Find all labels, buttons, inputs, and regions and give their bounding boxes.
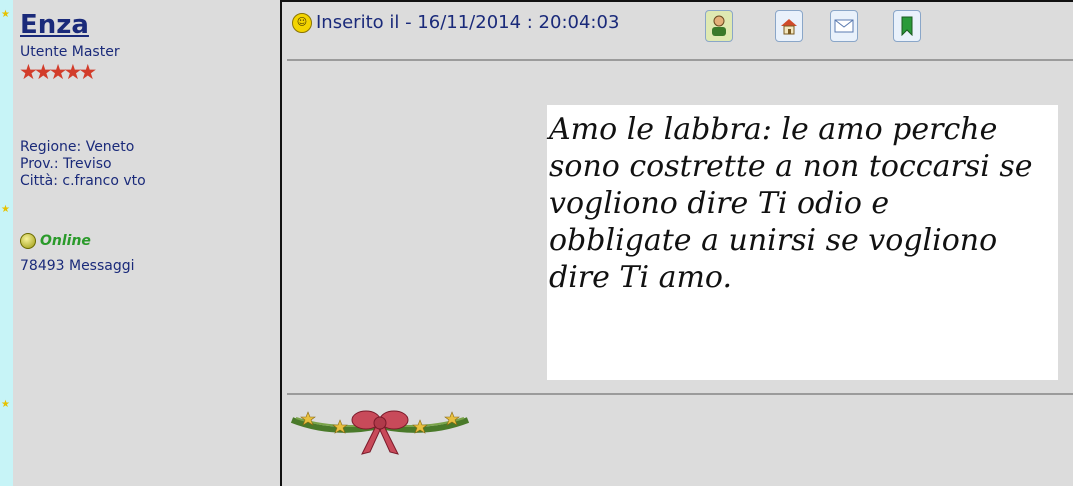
online-label: Online: [40, 233, 91, 249]
bookmark-icon[interactable]: [893, 10, 921, 42]
signature-divider: [287, 393, 1073, 395]
rating-star-icon: ★: [78, 60, 97, 84]
star-icon: ★: [1, 9, 10, 20]
column-divider: [280, 0, 282, 486]
author-province: Prov.: Treviso: [20, 156, 112, 172]
online-status: Online: [20, 233, 91, 249]
decorative-side-strip: ★ ★ ★: [0, 0, 13, 486]
quote-text: Amo le labbra: le amo perche sono costre…: [549, 111, 1054, 296]
author-name-link[interactable]: Enza: [20, 10, 89, 40]
quote-line: Amo le labbra: le amo perche: [549, 112, 998, 147]
header-divider: [287, 59, 1073, 61]
quote-image: Amo le labbra: le amo perche sono costre…: [547, 105, 1058, 380]
post-header: ☺ Inserito il - 16/11/2014 : 20:04:03: [292, 12, 619, 33]
author-region: Regione: Veneto: [20, 139, 135, 155]
posted-date: Inserito il - 16/11/2014 : 20:04:03: [316, 12, 620, 33]
homepage-icon[interactable]: [775, 10, 803, 42]
smiley-icon: ☺: [292, 12, 312, 33]
message-count: 78493 Messaggi: [20, 258, 135, 274]
rating-stars: ★★★★★: [19, 60, 97, 84]
rating-star-icon: ★: [48, 60, 68, 84]
rating-star-icon: ★: [19, 60, 38, 84]
garland-decoration-icon: [288, 402, 472, 464]
quote-line: obbligate a unirsi se vogliono: [549, 223, 998, 258]
online-indicator-icon: [20, 233, 36, 249]
star-icon: ★: [1, 399, 10, 410]
star-icon: ★: [1, 204, 10, 215]
profile-icon[interactable]: [705, 10, 733, 42]
rating-star-icon: ★: [33, 60, 53, 84]
quote-line: vogliono dire Ti odio e: [549, 186, 890, 221]
author-city: Città: c.franco vto: [20, 173, 146, 189]
email-icon[interactable]: [830, 10, 858, 42]
author-rank: Utente Master: [20, 44, 120, 60]
rating-star-icon: ★: [63, 60, 82, 84]
quote-line: sono costrette a non toccarsi se: [549, 149, 1033, 184]
quote-line: dire Ti amo.: [549, 260, 732, 295]
